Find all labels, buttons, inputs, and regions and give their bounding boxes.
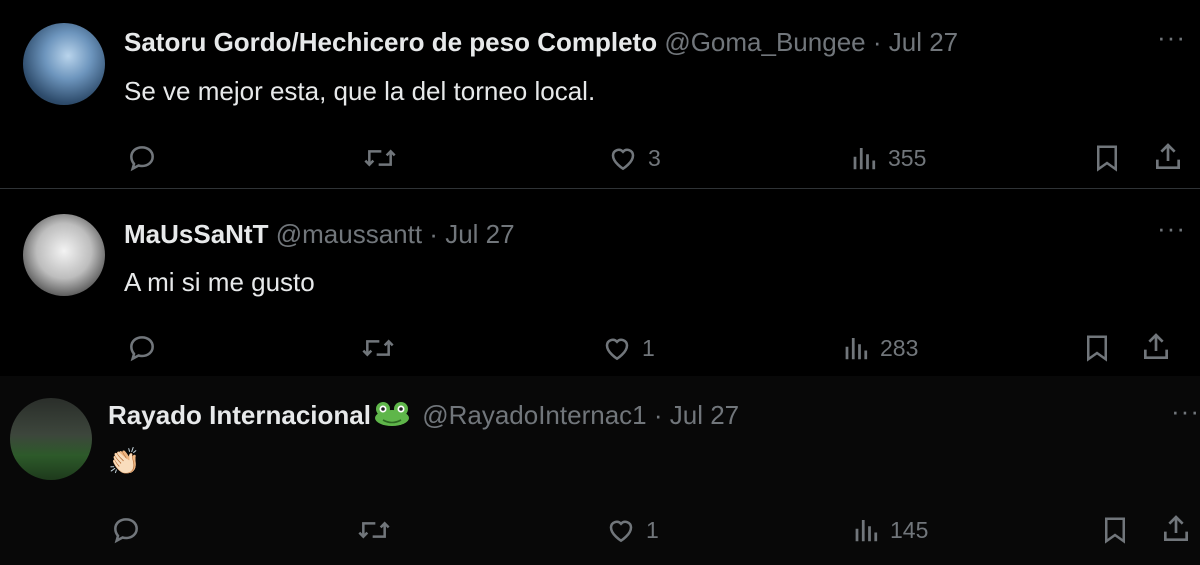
views-icon xyxy=(855,520,878,542)
tweet-text: Se ve mejor esta, que la del torneo loca… xyxy=(124,76,596,106)
like-icon xyxy=(609,520,633,543)
share-icon xyxy=(1156,143,1180,169)
view-count: 145 xyxy=(890,516,929,543)
tweet-header: MaUsSaNtT @maussantt · Jul 27 xyxy=(124,219,515,250)
views-button[interactable]: 283 xyxy=(842,332,918,364)
retweet-button[interactable] xyxy=(356,514,392,546)
avatar[interactable] xyxy=(23,23,105,105)
tweet[interactable]: Satoru Gordo/Hechicero de peso Completo … xyxy=(0,0,1200,189)
like-button[interactable]: 3 xyxy=(606,142,661,174)
bookmark-button[interactable] xyxy=(1100,514,1130,546)
timestamp[interactable]: Jul 27 xyxy=(889,27,958,57)
separator: · xyxy=(653,400,663,430)
share-button[interactable] xyxy=(1140,330,1172,364)
share-button[interactable] xyxy=(1160,512,1192,546)
retweet-icon xyxy=(358,521,390,539)
like-count: 3 xyxy=(648,144,661,171)
timestamp[interactable]: Jul 27 xyxy=(670,400,739,430)
like-count: 1 xyxy=(646,516,659,543)
more-options-icon[interactable]: ··· xyxy=(1171,396,1200,427)
more-options-icon[interactable]: ··· xyxy=(1157,213,1186,244)
reply-icon xyxy=(130,336,154,362)
tweet-header: Satoru Gordo/Hechicero de peso Completo … xyxy=(124,27,958,58)
share-icon xyxy=(1144,333,1168,359)
retweet-icon xyxy=(362,339,394,357)
like-button[interactable]: 1 xyxy=(600,332,655,364)
tweet[interactable]: Rayado Internacional @RayadoInternac1 · … xyxy=(0,376,1200,565)
like-button[interactable]: 1 xyxy=(604,514,659,546)
frog-emoji-icon xyxy=(373,401,411,434)
bookmark-icon xyxy=(1105,517,1125,544)
separator: · xyxy=(429,219,438,249)
bookmark-icon xyxy=(1087,335,1107,362)
user-handle[interactable]: @Goma_Bungee xyxy=(664,27,865,57)
views-button[interactable]: 355 xyxy=(850,142,926,174)
reply-icon xyxy=(114,518,138,544)
like-count: 1 xyxy=(642,334,655,361)
bookmark-button[interactable] xyxy=(1082,332,1112,364)
views-icon xyxy=(853,148,876,170)
avatar[interactable] xyxy=(23,214,105,296)
display-name[interactable]: Satoru Gordo/Hechicero de peso Completo xyxy=(124,27,657,57)
views-icon xyxy=(845,338,868,360)
retweet-icon xyxy=(364,149,396,167)
tweet[interactable]: MaUsSaNtT @maussantt · Jul 27 ··· A mi s… xyxy=(0,189,1200,376)
avatar[interactable] xyxy=(10,398,92,480)
like-icon xyxy=(611,148,635,171)
reply-button[interactable] xyxy=(110,514,142,546)
like-icon xyxy=(605,338,629,361)
view-count: 283 xyxy=(880,334,919,361)
timestamp[interactable]: Jul 27 xyxy=(445,219,514,249)
reply-button[interactable] xyxy=(126,332,158,364)
share-icon xyxy=(1164,515,1188,541)
retweet-button[interactable] xyxy=(360,332,396,364)
tweet-header: Rayado Internacional @RayadoInternac1 · … xyxy=(108,400,739,434)
views-button[interactable]: 145 xyxy=(852,514,928,546)
share-button[interactable] xyxy=(1152,140,1184,174)
display-name[interactable]: Rayado Internacional xyxy=(108,400,371,430)
retweet-button[interactable] xyxy=(362,142,398,174)
reply-icon xyxy=(130,146,154,172)
bookmark-icon xyxy=(1097,145,1117,172)
user-handle[interactable]: @maussantt xyxy=(276,219,422,249)
display-name[interactable]: MaUsSaNtT xyxy=(124,219,268,249)
view-count: 355 xyxy=(888,144,927,171)
tweet-text: 👏🏻 xyxy=(108,446,141,476)
reply-button[interactable] xyxy=(126,142,158,174)
user-handle[interactable]: @RayadoInternac1 xyxy=(422,400,646,430)
more-options-icon[interactable]: ··· xyxy=(1157,22,1186,53)
bookmark-button[interactable] xyxy=(1092,142,1122,174)
separator: · xyxy=(872,27,882,57)
tweet-text: A mi si me gusto xyxy=(124,267,315,297)
